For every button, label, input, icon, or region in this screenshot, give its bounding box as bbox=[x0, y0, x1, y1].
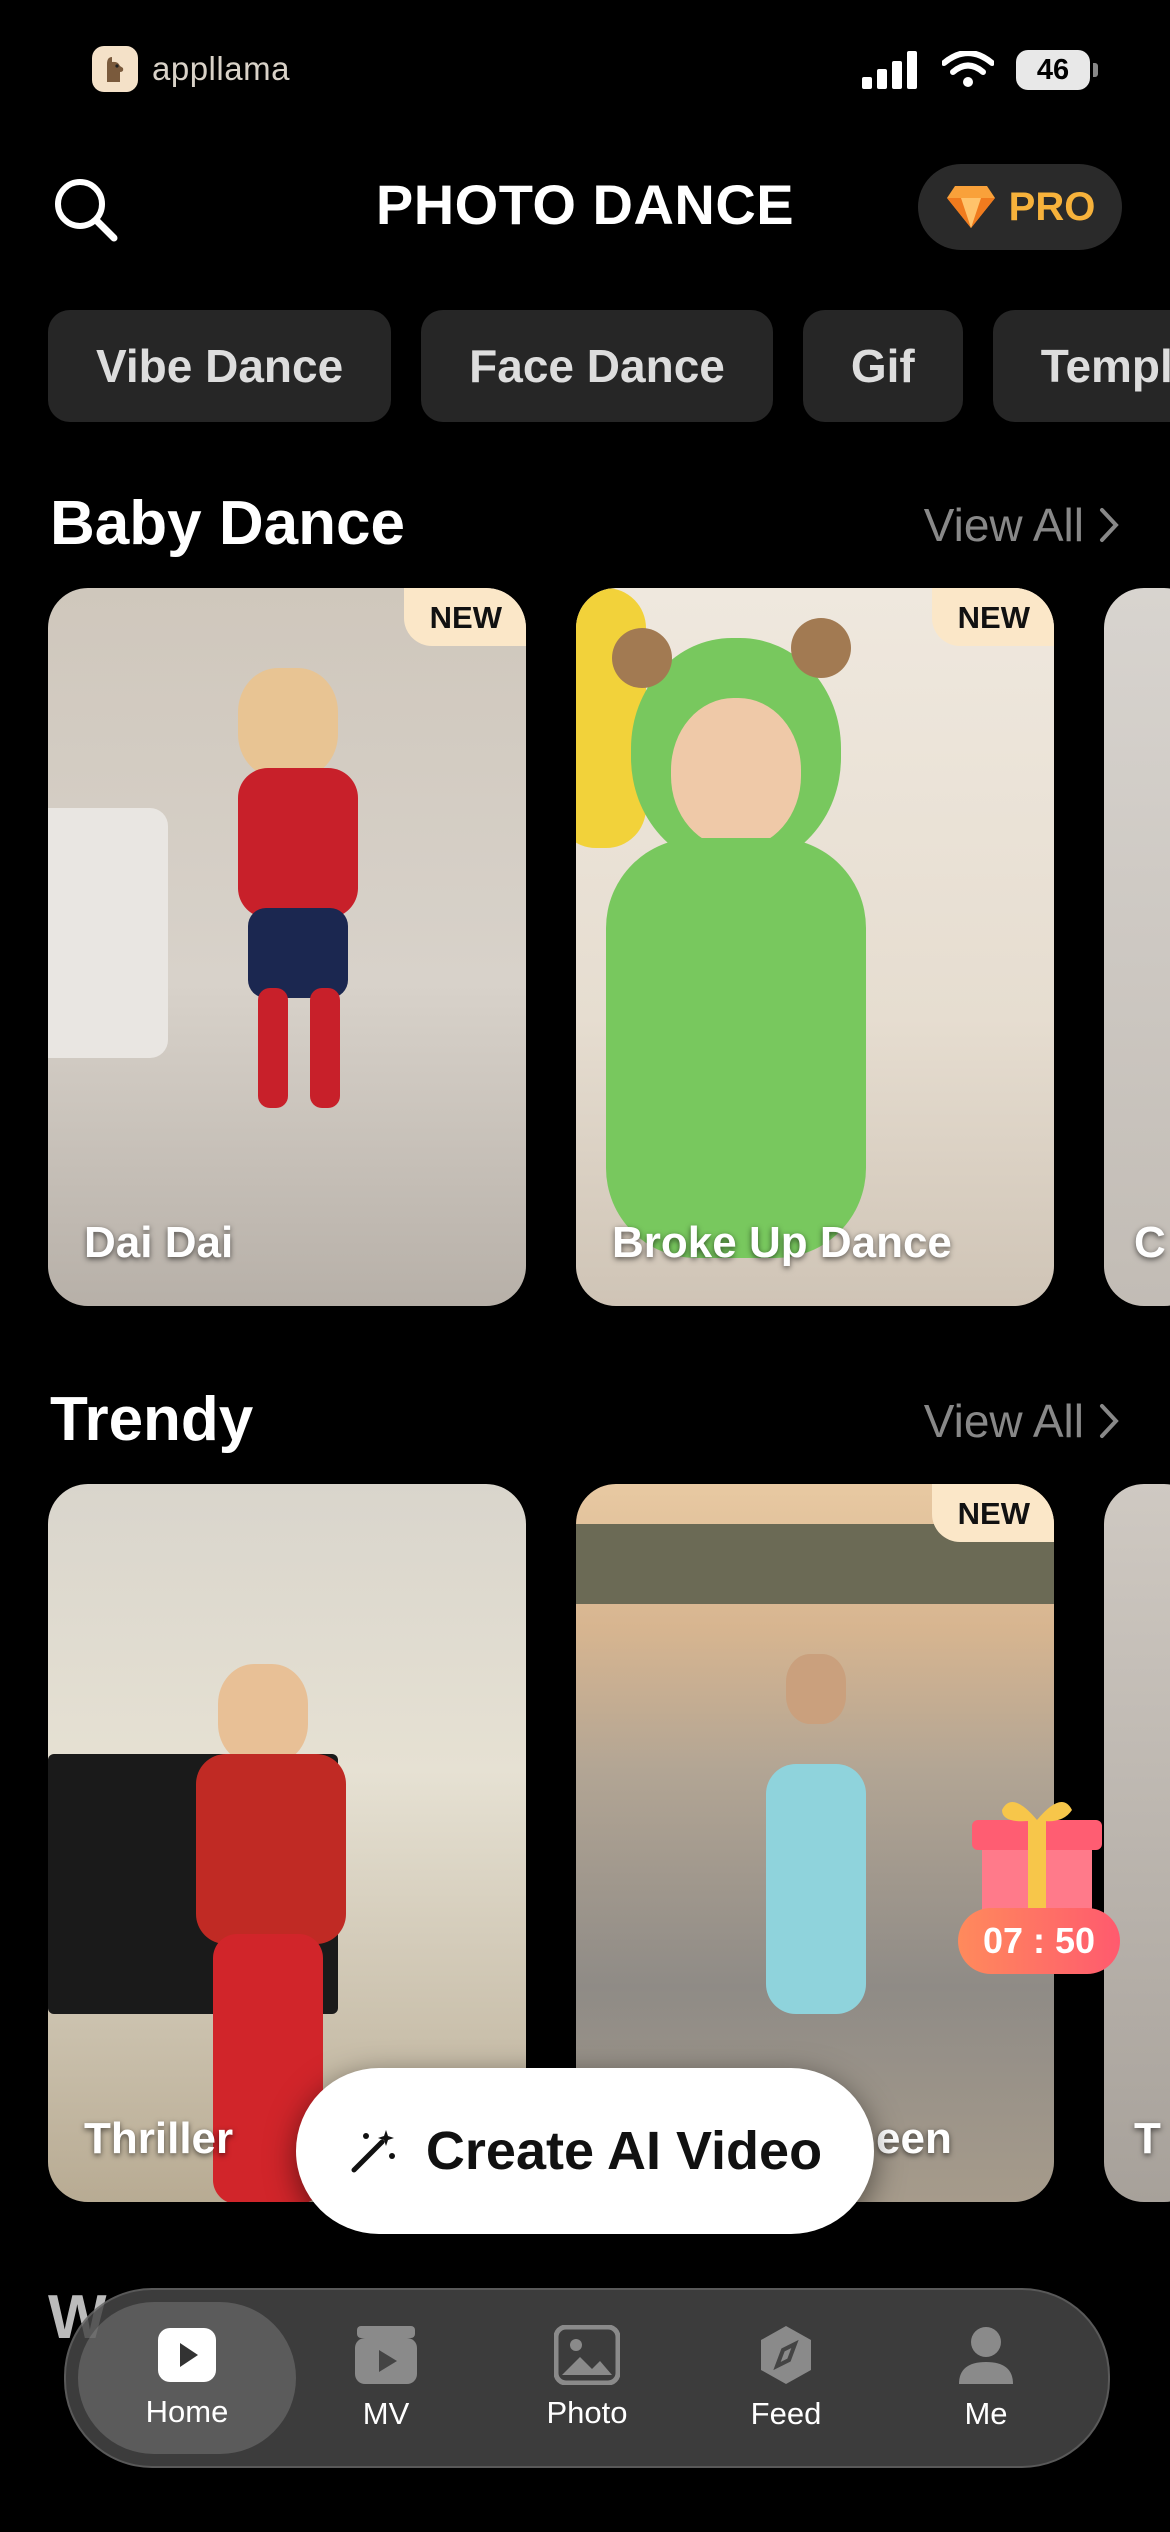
ear-left bbox=[612, 628, 672, 688]
promo-timer[interactable]: 07 : 50 bbox=[958, 1908, 1120, 1974]
magic-wand-icon bbox=[351, 2130, 395, 2173]
card-label: Thriller bbox=[84, 2114, 234, 2163]
compass-icon bbox=[761, 2326, 811, 2384]
baby-suit bbox=[606, 838, 866, 1258]
nav-home[interactable]: Home bbox=[78, 2302, 296, 2454]
pro-label: PRO bbox=[1008, 184, 1096, 229]
view-all-label: View All bbox=[923, 1395, 1084, 1447]
card-label: T bbox=[1134, 2114, 1161, 2163]
battery-level: 46 bbox=[1036, 53, 1070, 86]
sofa bbox=[48, 808, 168, 1058]
clapper-icon bbox=[355, 2326, 417, 2384]
card-dai-dai[interactable]: NEW Dai Dai bbox=[48, 588, 526, 1306]
chevron-right-icon bbox=[1100, 1404, 1119, 1438]
nav-label: Photo bbox=[546, 2395, 628, 2430]
nav-label: Home bbox=[145, 2394, 229, 2429]
create-ai-video-button[interactable]: Create AI Video bbox=[296, 2068, 874, 2234]
nav-me[interactable]: Me bbox=[916, 2290, 1056, 2466]
ear-right bbox=[791, 618, 851, 678]
card-label: een bbox=[876, 2114, 952, 2163]
baby-face bbox=[671, 698, 801, 848]
chip-face-dance[interactable]: Face Dance bbox=[421, 310, 773, 422]
chevron-right-icon bbox=[1100, 508, 1119, 542]
chip-templates[interactable]: Templ bbox=[992, 310, 1170, 422]
new-badge: NEW bbox=[403, 588, 526, 646]
card-label: Dai Dai bbox=[84, 1218, 234, 1267]
view-all-label: View All bbox=[923, 499, 1084, 551]
status-bar-indicators: 46 bbox=[862, 50, 1098, 90]
person-icon bbox=[959, 2327, 1013, 2384]
create-label: Create AI Video bbox=[425, 2121, 823, 2181]
nav-feed[interactable]: Feed bbox=[716, 2290, 856, 2466]
card-label: C bbox=[1134, 1218, 1166, 1267]
diamond-icon bbox=[946, 186, 995, 228]
battery-icon: 46 bbox=[1016, 50, 1098, 90]
child-leg-right bbox=[310, 988, 340, 1108]
view-all-baby-dance[interactable]: View All bbox=[924, 498, 1120, 552]
brand-name: appllama bbox=[152, 50, 290, 87]
status-bar-brand: appllama bbox=[92, 44, 290, 94]
nav-photo[interactable]: Photo bbox=[512, 2290, 662, 2466]
child-jersey bbox=[238, 768, 358, 918]
woman-head bbox=[786, 1654, 846, 1724]
section-title-trendy: Trendy bbox=[50, 1385, 254, 1454]
llama-logo-icon bbox=[92, 46, 138, 92]
nav-mv[interactable]: MV bbox=[316, 2290, 456, 2466]
nav-label: MV bbox=[362, 2396, 410, 2431]
child-leg-left bbox=[258, 988, 288, 1108]
child-shorts bbox=[248, 908, 348, 998]
nav-label: Feed bbox=[750, 2396, 822, 2431]
card-partial-3[interactable]: C bbox=[1104, 588, 1170, 1306]
card-broke-up-dance[interactable]: NEW Broke Up Dance bbox=[576, 588, 1054, 1306]
view-all-trendy[interactable]: View All bbox=[924, 1394, 1120, 1448]
signal-icon bbox=[862, 51, 917, 89]
new-badge: NEW bbox=[931, 588, 1054, 646]
chip-vibe-dance[interactable]: Vibe Dance bbox=[48, 310, 392, 422]
woman-dress bbox=[766, 1764, 866, 2014]
card-partial-6[interactable]: T bbox=[1104, 1484, 1170, 2202]
child-head bbox=[238, 668, 338, 778]
bottom-nav: Home MV Photo Feed Me bbox=[64, 2288, 1110, 2468]
play-icon bbox=[158, 2328, 216, 2382]
category-chips: Vibe Dance Face Dance Gif Templ bbox=[48, 310, 1170, 422]
nav-label: Me bbox=[964, 2396, 1008, 2431]
new-badge: NEW bbox=[931, 1484, 1054, 1542]
dancer-head bbox=[218, 1664, 308, 1764]
image-icon bbox=[554, 2325, 620, 2385]
chip-gif[interactable]: Gif bbox=[802, 310, 963, 422]
section-title-baby-dance: Baby Dance bbox=[50, 489, 405, 558]
pro-button[interactable]: PRO bbox=[918, 164, 1122, 250]
card-label: Broke Up Dance bbox=[612, 1218, 952, 1267]
wifi-icon bbox=[942, 51, 994, 87]
dancer-jacket bbox=[196, 1754, 346, 1944]
